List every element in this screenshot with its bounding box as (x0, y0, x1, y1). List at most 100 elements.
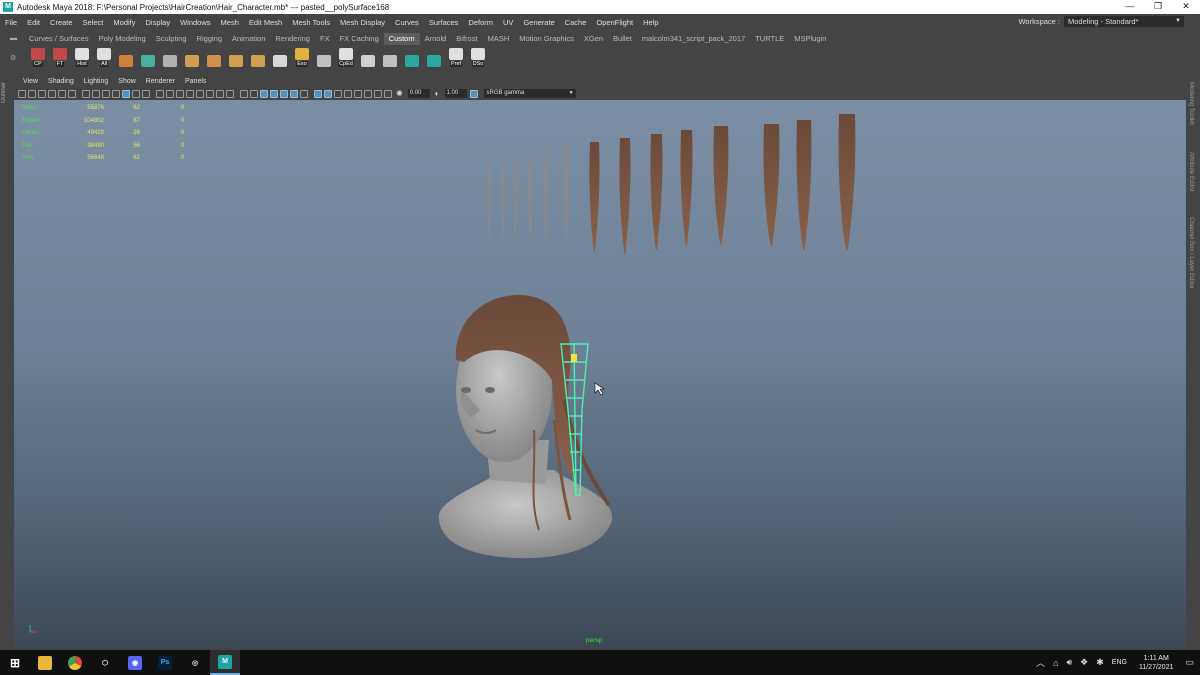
shelf-tab-poly-modeling[interactable]: Poly Modeling (94, 33, 151, 45)
shelf-tab-rendering[interactable]: Rendering (270, 33, 315, 45)
menu-select[interactable]: Select (78, 18, 109, 27)
panel-toolbar-icon[interactable] (28, 89, 36, 98)
shelf-tab-sculpting[interactable]: Sculpting (151, 33, 192, 45)
menu-help[interactable]: Help (638, 18, 663, 27)
panel-toolbar-icon[interactable] (270, 89, 278, 98)
language-indicator[interactable]: ENG (1112, 659, 1127, 666)
close-button[interactable]: ✕ (1172, 0, 1200, 14)
panel-toolbar-icon[interactable] (240, 89, 248, 98)
menu-cache[interactable]: Cache (560, 18, 592, 27)
shelf-tab-malcolm341-script-pack-2017[interactable]: malcolm341_script_pack_2017 (637, 33, 750, 45)
shelf-button-17[interactable] (402, 47, 422, 67)
shelf-button-5[interactable] (138, 47, 158, 67)
shelf-button-6[interactable] (160, 47, 180, 67)
shelf-button-19[interactable]: Pref (446, 47, 466, 67)
panel-toolbar-icon[interactable] (142, 89, 150, 98)
hair-card[interactable] (796, 120, 812, 250)
menu-edit[interactable]: Edit (22, 18, 45, 27)
shelf-tab-bifrost[interactable]: Bifrost (451, 33, 482, 45)
shelf-collapse-icon[interactable]: ▬ (10, 35, 17, 42)
shelf-button-1[interactable]: FT (50, 47, 70, 67)
taskbar-app-unity[interactable]: ⬡ (90, 650, 120, 675)
panel-toolbar-icon[interactable] (156, 89, 164, 98)
exposure-icon[interactable]: ✺ (396, 89, 403, 98)
panel-toolbar-icon[interactable] (102, 89, 110, 98)
shelf-settings-icon[interactable]: ⚙ (10, 54, 16, 62)
panel-toolbar-icon[interactable] (374, 89, 382, 98)
outliner-strip[interactable]: Outliner (0, 72, 13, 650)
panel-toolbar-icon[interactable] (216, 89, 224, 98)
minimize-button[interactable]: — (1116, 0, 1144, 14)
shelf-button-3[interactable]: All (94, 47, 114, 67)
hair-card[interactable] (487, 162, 491, 250)
shelf-tab-curves-surfaces[interactable]: Curves / Surfaces (24, 33, 94, 45)
panel-toolbar-icon[interactable] (300, 89, 308, 98)
panel-menu-show[interactable]: Show (113, 78, 141, 85)
panel-toolbar-icon[interactable] (280, 89, 288, 98)
shelf-tab-arnold[interactable]: Arnold (420, 33, 452, 45)
hair-card-row[interactable] (487, 114, 856, 254)
restore-button[interactable]: ❐ (1144, 0, 1172, 14)
menu-mesh-display[interactable]: Mesh Display (335, 18, 390, 27)
shelf-tab-xgen[interactable]: XGen (579, 33, 608, 45)
3d-scene[interactable]: Verts: 55876 62 0 Edges: 104802 87 0 Faces: 49429… (14, 100, 1186, 648)
menu-mesh-tools[interactable]: Mesh Tools (287, 18, 335, 27)
hair-card[interactable] (838, 114, 856, 250)
panel-toolbar-icon[interactable] (122, 89, 130, 98)
shelf-tab-fx-caching[interactable]: FX Caching (335, 33, 384, 45)
panel-toolbar-icon[interactable] (18, 89, 26, 98)
gamma-icon[interactable]: ◐ (435, 89, 440, 98)
hair-card[interactable] (650, 134, 663, 250)
shelf-tab-mash[interactable]: MASH (483, 33, 515, 45)
hair-card[interactable] (680, 130, 693, 246)
shelf-button-9[interactable] (226, 47, 246, 67)
shelf-button-8[interactable] (204, 47, 224, 67)
panel-menu-lighting[interactable]: Lighting (79, 78, 114, 85)
shelf-tab-motion-graphics[interactable]: Motion Graphics (514, 33, 579, 45)
shelf-button-2[interactable]: Hist (72, 47, 92, 67)
color-management-icon[interactable] (469, 89, 478, 98)
panel-toolbar-icon[interactable] (364, 89, 372, 98)
hair-card[interactable] (619, 138, 631, 254)
menu-surfaces[interactable]: Surfaces (424, 18, 464, 27)
chevron-up-icon[interactable]: ︿ (1036, 656, 1045, 669)
taskbar-app-file-explorer[interactable] (30, 650, 60, 675)
menu-file[interactable]: File (0, 18, 22, 27)
panel-toolbar-icon[interactable] (58, 89, 66, 98)
notification-icon[interactable]: ▭ (1185, 657, 1194, 668)
panel-toolbar-icon[interactable] (290, 89, 298, 98)
exposure-field[interactable]: 0.00 (407, 89, 430, 98)
shelf-button-18[interactable] (424, 47, 444, 67)
taskbar-app-photoshop[interactable]: Ps (150, 650, 180, 675)
shelf-button-11[interactable] (270, 47, 290, 67)
panel-toolbar-icon[interactable] (206, 89, 214, 98)
panel-toolbar-icon[interactable] (48, 89, 56, 98)
menu-openflight[interactable]: OpenFlight (591, 18, 638, 27)
panel-toolbar-icon[interactable] (314, 89, 322, 98)
hair-card[interactable] (563, 146, 569, 252)
clock[interactable]: 1:11 AM 11/27/2021 (1139, 654, 1174, 672)
menu-display[interactable]: Display (141, 18, 176, 27)
taskbar-app-discord[interactable]: ◉ (120, 650, 150, 675)
panel-toolbar-icon[interactable] (166, 89, 174, 98)
shelf-button-14[interactable]: CpEd (336, 47, 356, 67)
panel-menu-shading[interactable]: Shading (43, 78, 79, 85)
bluetooth-icon[interactable]: ✱ (1096, 657, 1104, 668)
panel-toolbar-icon[interactable] (132, 89, 140, 98)
shelf-button-4[interactable] (116, 47, 136, 67)
menu-modify[interactable]: Modify (108, 18, 140, 27)
shelf-button-16[interactable] (380, 47, 400, 67)
gamma-field[interactable]: 1.00 (444, 89, 467, 98)
outliner-label[interactable]: Outliner (1, 82, 7, 103)
panel-toolbar-icon[interactable] (38, 89, 46, 98)
menu-mesh[interactable]: Mesh (216, 18, 244, 27)
shelf-button-12[interactable]: Exo (292, 47, 312, 67)
shelf-button-0[interactable]: CP (28, 47, 48, 67)
channel-box-tab[interactable]: Channel Box / Layer Editor (1188, 217, 1194, 289)
panel-toolbar-icon[interactable] (334, 89, 342, 98)
taskbar-app-maya[interactable]: M (210, 650, 240, 675)
panel-toolbar-icon[interactable] (186, 89, 194, 98)
panel-menu-view[interactable]: View (18, 78, 43, 85)
shelf-button-13[interactable] (314, 47, 334, 67)
hair-card[interactable] (763, 124, 780, 246)
